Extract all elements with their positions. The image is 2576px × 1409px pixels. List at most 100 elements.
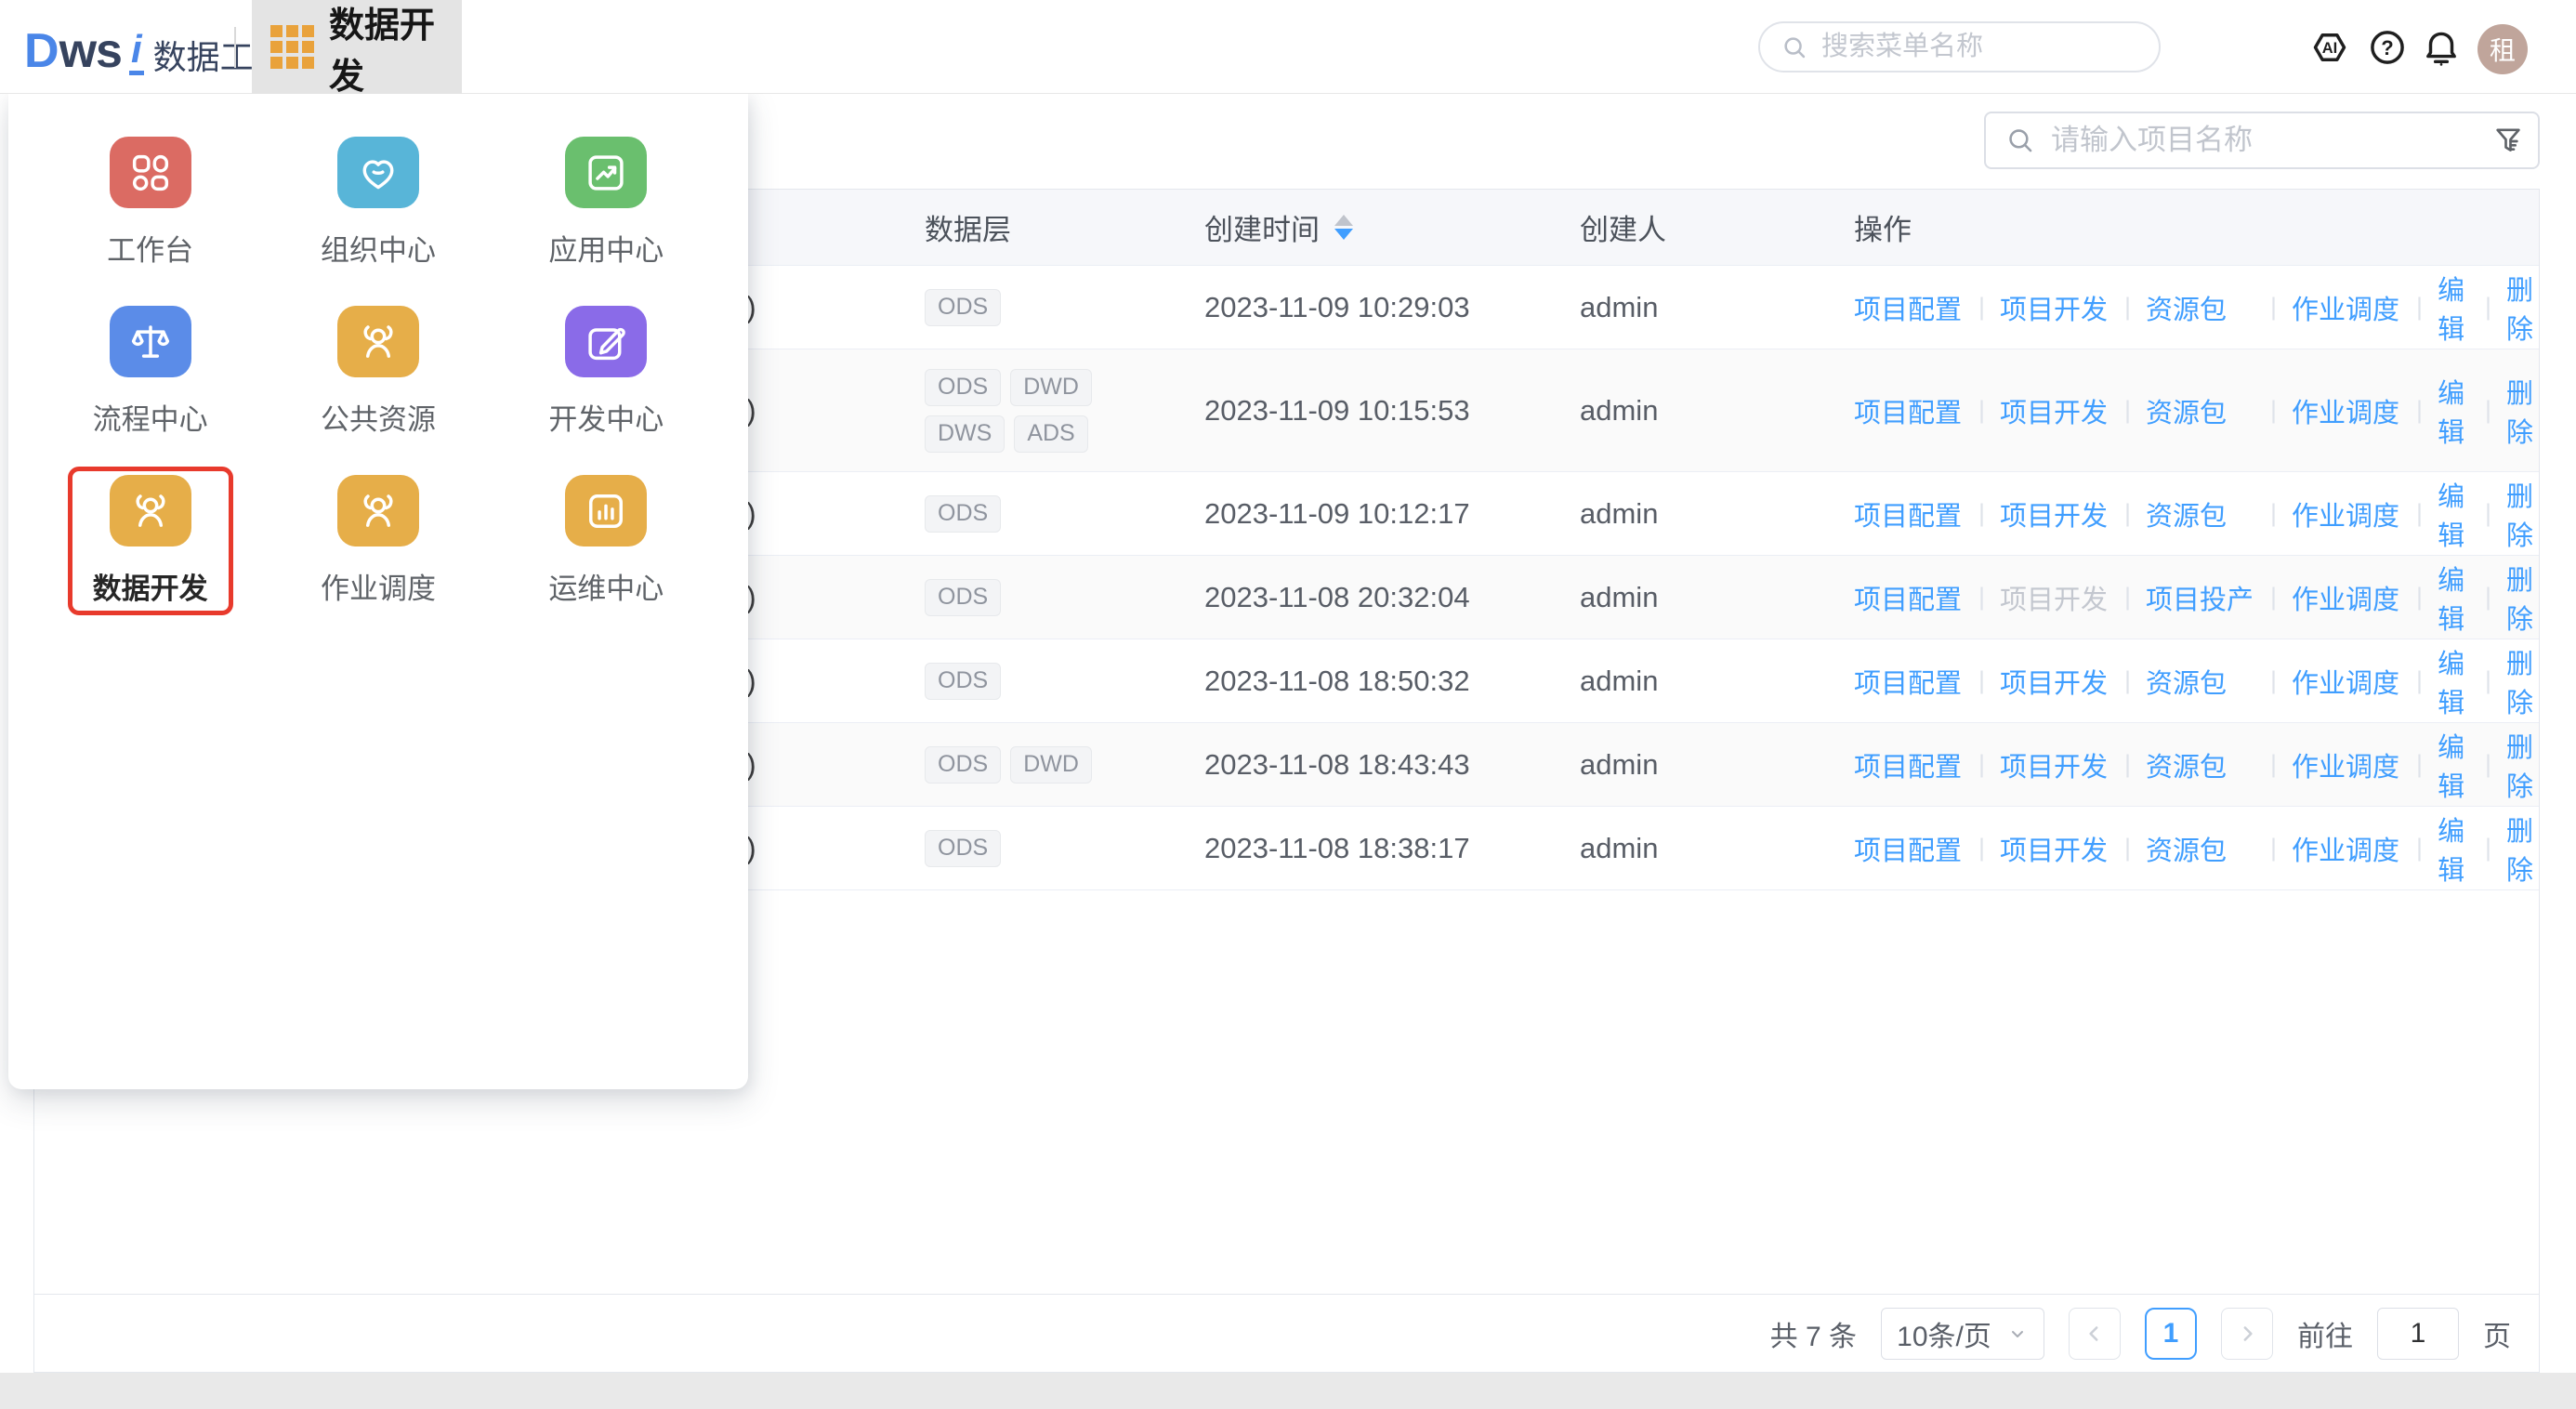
- people-icon: [337, 475, 419, 546]
- action-link[interactable]: 项目开发: [2000, 288, 2108, 327]
- action-link[interactable]: 项目配置: [1854, 391, 1962, 430]
- launcher-item-app-2[interactable]: 应用中心: [493, 137, 720, 269]
- action-link[interactable]: 作业调度: [2292, 745, 2399, 784]
- launcher-item-edit-5[interactable]: 开发中心: [493, 306, 720, 438]
- action-link[interactable]: 删除: [2506, 726, 2539, 804]
- layer-tag: ODS: [925, 663, 1001, 700]
- action-link[interactable]: 编辑: [2438, 642, 2470, 720]
- layer-tag: DWD: [1010, 369, 1092, 406]
- action-link[interactable]: 资源包: [2146, 662, 2227, 701]
- action-link[interactable]: 删除: [2506, 475, 2539, 553]
- action-link[interactable]: 项目投产: [2146, 578, 2254, 617]
- data-layer-cell: ODS: [906, 663, 1186, 700]
- sort-ascending-icon[interactable]: [1334, 215, 1353, 226]
- logo-letter-i: i: [129, 30, 144, 75]
- launcher-item-heart-1[interactable]: 组织中心: [264, 137, 492, 269]
- sort-descending-icon[interactable]: [1334, 229, 1353, 240]
- prev-page-button[interactable]: [2069, 1308, 2121, 1360]
- menu-search-input[interactable]: [1821, 32, 2128, 62]
- action-separator: |: [1978, 666, 1985, 695]
- pagination: 共 7 条 10条/页 1 前往 页: [34, 1294, 2539, 1372]
- action-link[interactable]: 删除: [2506, 372, 2539, 450]
- action-link[interactable]: 资源包: [2146, 829, 2227, 868]
- launcher-item-workbench-0[interactable]: 工作台: [36, 137, 264, 269]
- action-link[interactable]: 作业调度: [2292, 662, 2399, 701]
- action-link[interactable]: 项目开发: [2000, 662, 2108, 701]
- action-separator: |: [2124, 583, 2131, 612]
- action-link[interactable]: 项目配置: [1854, 578, 1962, 617]
- project-search-input[interactable]: [2051, 124, 2451, 157]
- action-link[interactable]: 编辑: [2438, 726, 2470, 804]
- action-link[interactable]: 删除: [2506, 810, 2539, 888]
- current-page-button[interactable]: 1: [2145, 1308, 2197, 1360]
- action-link[interactable]: 编辑: [2438, 559, 2470, 637]
- creator-cell: admin: [1561, 581, 1835, 614]
- action-link[interactable]: 项目配置: [1854, 745, 1962, 784]
- data-layer-cell: ODSDWD: [906, 746, 1186, 784]
- nav-tab-data-development[interactable]: 数据开发: [252, 0, 462, 94]
- action-link[interactable]: 作业调度: [2292, 829, 2399, 868]
- action-link[interactable]: 作业调度: [2292, 391, 2399, 430]
- layer-tag: ODS: [925, 579, 1001, 616]
- launcher-item-scales-3[interactable]: 流程中心: [36, 306, 264, 438]
- action-link[interactable]: 编辑: [2438, 269, 2470, 347]
- action-separator: |: [2270, 583, 2277, 612]
- action-link[interactable]: 项目开发: [2000, 391, 2108, 430]
- data-layer-cell: ODSDWDDWSADS: [906, 369, 1186, 453]
- action-link[interactable]: 资源包: [2146, 391, 2227, 430]
- bell-icon[interactable]: [2420, 26, 2463, 69]
- avatar[interactable]: 租: [2477, 24, 2528, 74]
- workbench-icon: [110, 137, 191, 208]
- action-link[interactable]: 删除: [2506, 642, 2539, 720]
- svg-text:?: ?: [2381, 36, 2393, 59]
- page-size-select[interactable]: 10条/页: [1881, 1308, 2044, 1360]
- layer-tag: ADS: [1014, 415, 1087, 453]
- launcher-item-people-7[interactable]: 作业调度: [264, 475, 492, 607]
- next-page-button[interactable]: [2221, 1308, 2273, 1360]
- actions-cell: 项目配置|项目开发|资源包|作业调度|编辑|删除: [1835, 269, 2539, 347]
- action-link[interactable]: 项目开发: [2000, 829, 2108, 868]
- launcher-item-bars-8[interactable]: 运维中心: [493, 475, 720, 607]
- action-separator: |: [2485, 583, 2491, 612]
- app-icon: [565, 137, 647, 208]
- action-link[interactable]: 项目配置: [1854, 662, 1962, 701]
- action-link[interactable]: 作业调度: [2292, 288, 2399, 327]
- filter-funnel-icon[interactable]: [2490, 122, 2527, 159]
- goto-page-input[interactable]: [2377, 1308, 2459, 1360]
- action-link[interactable]: 项目配置: [1854, 288, 1962, 327]
- action-link[interactable]: 编辑: [2438, 810, 2470, 888]
- action-link[interactable]: 编辑: [2438, 372, 2470, 450]
- action-link[interactable]: 删除: [2506, 559, 2539, 637]
- action-link[interactable]: 资源包: [2146, 745, 2227, 784]
- action-separator: |: [2485, 666, 2491, 695]
- help-icon[interactable]: ?: [2366, 26, 2409, 69]
- chevron-down-icon: [2006, 1323, 2029, 1345]
- action-separator: |: [2124, 499, 2131, 528]
- ai-assistant-icon[interactable]: AI: [2308, 26, 2351, 69]
- action-link[interactable]: 作业调度: [2292, 578, 2399, 617]
- launcher-item-people-6[interactable]: 数据开发: [36, 475, 264, 607]
- created-time-cell: 2023-11-08 18:38:17: [1186, 832, 1561, 865]
- data-layer-cell: ODS: [906, 579, 1186, 616]
- action-link[interactable]: 资源包: [2146, 288, 2227, 327]
- action-link[interactable]: 编辑: [2438, 475, 2470, 553]
- action-link[interactable]: 项目开发: [2000, 745, 2108, 784]
- action-link[interactable]: 资源包: [2146, 494, 2227, 533]
- action-link[interactable]: 作业调度: [2292, 494, 2399, 533]
- sort-carets[interactable]: [1334, 215, 1353, 240]
- launcher-item-people-4[interactable]: 公共资源: [264, 306, 492, 438]
- action-link[interactable]: 项目配置: [1854, 829, 1962, 868]
- action-link[interactable]: 删除: [2506, 269, 2539, 347]
- action-separator: |: [2416, 834, 2423, 863]
- action-separator: |: [2124, 666, 2131, 695]
- launcher-item-label: 公共资源: [321, 396, 436, 438]
- project-search: [1984, 112, 2540, 169]
- action-separator: |: [2485, 499, 2491, 528]
- action-separator: |: [1978, 396, 1985, 425]
- action-separator: |: [2416, 293, 2423, 322]
- topbar-divider: [234, 27, 236, 68]
- action-link[interactable]: 项目配置: [1854, 494, 1962, 533]
- people-icon: [110, 475, 191, 546]
- action-link[interactable]: 项目开发: [2000, 578, 2108, 617]
- action-link[interactable]: 项目开发: [2000, 494, 2108, 533]
